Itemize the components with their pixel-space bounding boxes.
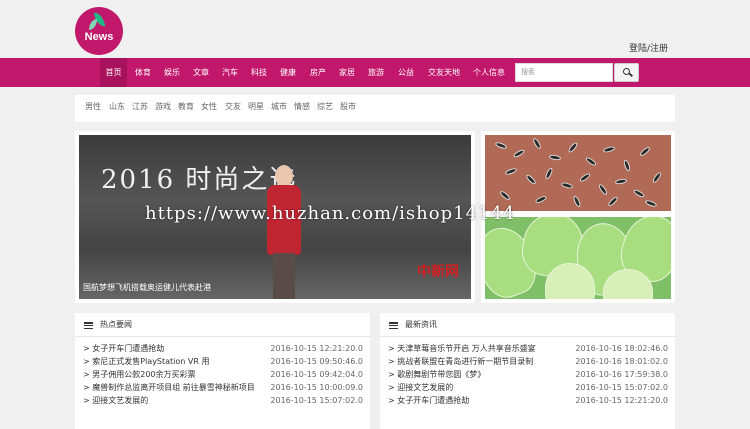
tag-item[interactable]: 综艺 xyxy=(317,95,333,119)
news-row[interactable]: > 迎接文艺发展的 2016-10-15 15:07:02.0 xyxy=(388,381,668,394)
news-row[interactable]: > 索尼正式发售PlayStation VR 用 2016-10-15 09:50… xyxy=(83,355,363,368)
news-row[interactable]: > 挑战者联盟在青岛进行新一期节目录制 2016-10-16 18:01:02.0 xyxy=(388,355,668,368)
nav-item-travel[interactable]: 旅游 xyxy=(363,58,389,87)
panel-header: 热点要闻 xyxy=(75,313,370,337)
tag-bar: 男性 山东 江苏 游戏 教育 女性 交友 明星 城市 情感 综艺 股市 xyxy=(75,95,675,122)
nav-item-entertainment[interactable]: 娱乐 xyxy=(159,58,185,87)
header: News 登陆/注册 xyxy=(0,0,750,58)
hot-news-panel: 热点要闻 > 女子开车门遭遇抢劫 2016-10-15 12:21:20.0 > … xyxy=(75,313,370,429)
watermark: https://www.huzhan.com/ishop14144 xyxy=(145,203,516,224)
tag-item[interactable]: 交友 xyxy=(225,95,241,119)
banner-caption[interactable]: 国航梦想飞机搭载奥运健儿代表赴港 xyxy=(83,282,211,293)
logo-text: News xyxy=(84,31,114,43)
search-input[interactable]: 搜索 xyxy=(515,63,613,82)
list-icon xyxy=(84,322,93,330)
nav-item-sports[interactable]: 体育 xyxy=(130,58,156,87)
news-row[interactable]: > 魔兽制作总监离开项目组 前往暴雪神秘新项目 2016-10-15 10:00:… xyxy=(83,381,363,394)
banner-person-figure xyxy=(259,165,309,299)
nav-item-charity[interactable]: 公益 xyxy=(393,58,419,87)
tag-item[interactable]: 游戏 xyxy=(155,95,171,119)
sunflower-seeds-image[interactable] xyxy=(485,135,671,211)
panel-header: 最新资讯 xyxy=(380,313,675,337)
nav-item-realestate[interactable]: 房产 xyxy=(305,58,331,87)
nav-item-profile[interactable]: 个人信息 xyxy=(469,58,509,87)
latest-news-panel: 最新资讯 > 天津草莓音乐节开启 万人共享音乐盛宴 2016-10-16 18:0… xyxy=(380,313,675,429)
news-row[interactable]: > 女子开车门遭遇抢劫 2016-10-15 12:21:20.0 xyxy=(388,394,668,407)
search-button[interactable] xyxy=(614,63,639,82)
news-row[interactable]: > 歌剧舞剧节带您圆《梦》 2016-10-16 17:59:38.0 xyxy=(388,368,668,381)
panel-title: 热点要闻 xyxy=(100,320,132,329)
nav-item-tech[interactable]: 科技 xyxy=(246,58,272,87)
login-register-link[interactable]: 登陆/注册 xyxy=(629,41,668,54)
banner-logo: 中新网 xyxy=(417,264,459,280)
nav-item-health[interactable]: 健康 xyxy=(275,58,301,87)
nav-item-dating[interactable]: 交友天地 xyxy=(424,58,464,87)
nav-item-auto[interactable]: 汽车 xyxy=(217,58,243,87)
panel-title: 最新资讯 xyxy=(405,320,437,329)
tag-item[interactable]: 教育 xyxy=(178,95,194,119)
tag-item[interactable]: 股市 xyxy=(340,95,356,119)
tag-item[interactable]: 江苏 xyxy=(132,95,148,119)
nav-item-home[interactable]: 首页 xyxy=(100,58,127,87)
site-logo[interactable]: News xyxy=(75,7,123,55)
tag-item[interactable]: 男性 xyxy=(85,95,101,119)
news-row[interactable]: > 女子开车门遭遇抢劫 2016-10-15 12:21:20.0 xyxy=(83,342,363,355)
list-icon xyxy=(389,322,398,330)
tag-item[interactable]: 女性 xyxy=(201,95,217,119)
tag-item[interactable]: 情感 xyxy=(294,95,310,119)
tag-item[interactable]: 明星 xyxy=(248,95,264,119)
nav-item-home-furnishing[interactable]: 家居 xyxy=(334,58,360,87)
news-row[interactable]: > 迎接文艺发展的 2016-10-15 15:07:02.0 xyxy=(83,394,363,407)
tag-item[interactable]: 城市 xyxy=(271,95,287,119)
news-row[interactable]: > 男子佣用公款200余万买彩票 2016-10-15 09:42:04.0 xyxy=(83,368,363,381)
main-nav: 首页 体育 娱乐 文章 汽车 科技 健康 房产 家居 旅游 公益 交友天地 个人… xyxy=(0,58,750,87)
news-row[interactable]: > 天津草莓音乐节开启 万人共享音乐盛宴 2016-10-16 18:02:46.… xyxy=(388,342,668,355)
tag-item[interactable]: 山东 xyxy=(109,95,125,119)
leaf-icon xyxy=(89,19,97,30)
cabbage-image[interactable] xyxy=(485,217,671,299)
nav-item-articles[interactable]: 文章 xyxy=(188,58,214,87)
